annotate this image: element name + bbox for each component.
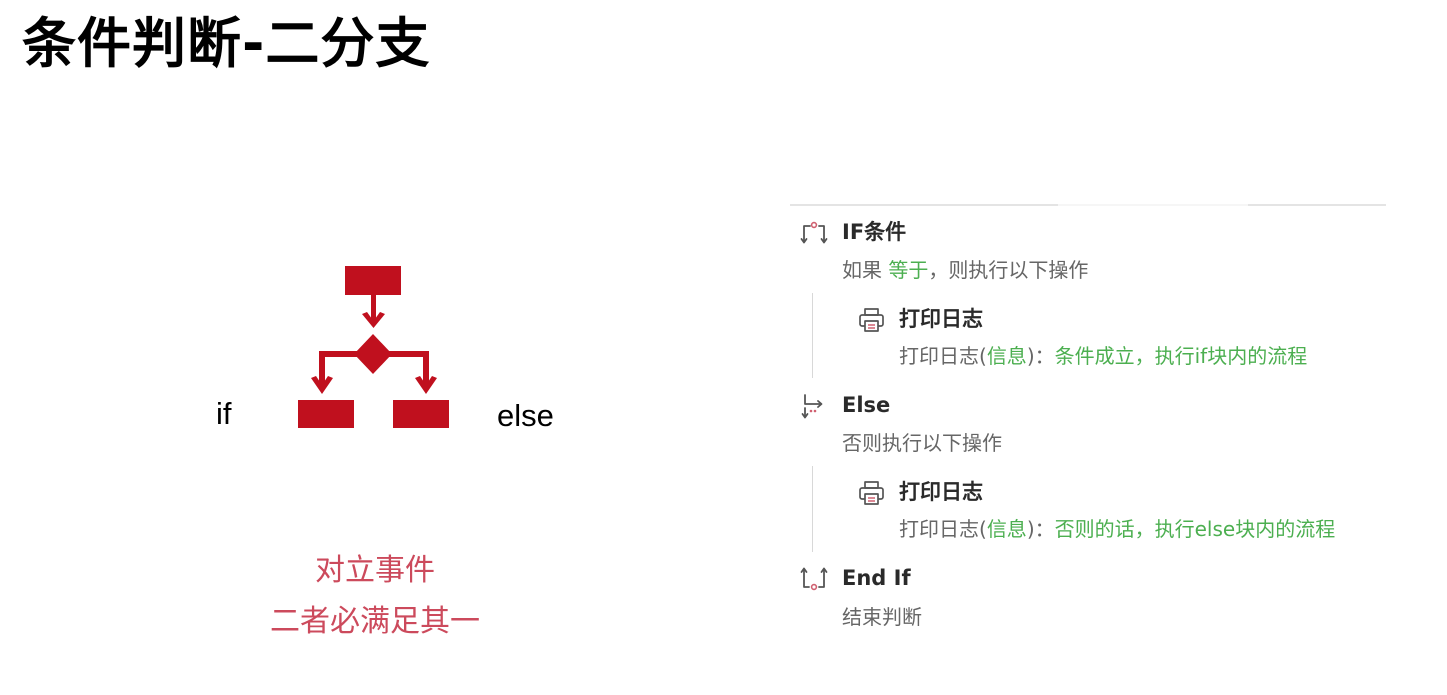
if-log-value[interactable]: 条件成立，执行if块内的流程 <box>1055 344 1308 368</box>
if-block-guide-line <box>812 293 813 378</box>
if-log-param[interactable]: 信息 <box>987 344 1027 368</box>
flow-branch-left-stem <box>319 351 325 387</box>
else-log-param[interactable]: 信息 <box>987 517 1027 541</box>
if-log-description: 打印日志(信息)：条件成立，执行if块内的流程 <box>899 343 1307 369</box>
panel-top-divider-gap <box>1058 204 1248 206</box>
flow-start-box <box>345 266 401 295</box>
else-block-guide-line <box>812 466 813 552</box>
flowchart-diagram <box>298 266 449 428</box>
else-log-desc-mid: )： <box>1026 517 1055 541</box>
else-label: else <box>497 398 554 433</box>
printer-icon <box>859 308 884 332</box>
else-block-title[interactable]: Else <box>842 392 890 418</box>
if-log-title[interactable]: 打印日志 <box>899 306 983 332</box>
else-block-description: 否则执行以下操作 <box>842 431 1002 455</box>
flow-else-box <box>393 400 449 428</box>
flow-branch-right-stem <box>423 351 429 387</box>
if-block-title[interactable]: IF条件 <box>842 219 906 245</box>
printer-icon <box>859 481 884 505</box>
else-log-description: 打印日志(信息)：否则的话，执行else块内的流程 <box>899 516 1335 542</box>
if-block-description: 如果 等于，则执行以下操作 <box>842 257 1088 283</box>
caption-line-1: 对立事件 <box>315 553 435 588</box>
if-label: if <box>216 396 232 431</box>
else-branch-icon <box>801 394 823 419</box>
if-desc-prefix: 如果 <box>842 258 889 282</box>
page-title: 条件判断-二分支 <box>22 12 431 75</box>
end-if-title[interactable]: End If <box>842 565 911 591</box>
else-log-title[interactable]: 打印日志 <box>899 479 983 505</box>
else-log-desc-prefix: 打印日志( <box>899 517 987 541</box>
if-desc-suffix: ，则执行以下操作 <box>928 258 1089 282</box>
end-if-icon <box>800 567 828 591</box>
flow-decision-diamond <box>354 334 392 374</box>
flow-if-box <box>298 400 354 428</box>
end-if-description: 结束判断 <box>842 605 922 629</box>
if-desc-operator[interactable]: 等于 <box>888 258 928 282</box>
if-branch-icon <box>800 221 828 244</box>
if-log-desc-mid: )： <box>1026 344 1055 368</box>
else-log-value[interactable]: 否则的话，执行else块内的流程 <box>1055 517 1336 541</box>
caption-line-2: 二者必满足其一 <box>270 604 480 639</box>
if-log-desc-prefix: 打印日志( <box>899 344 987 368</box>
